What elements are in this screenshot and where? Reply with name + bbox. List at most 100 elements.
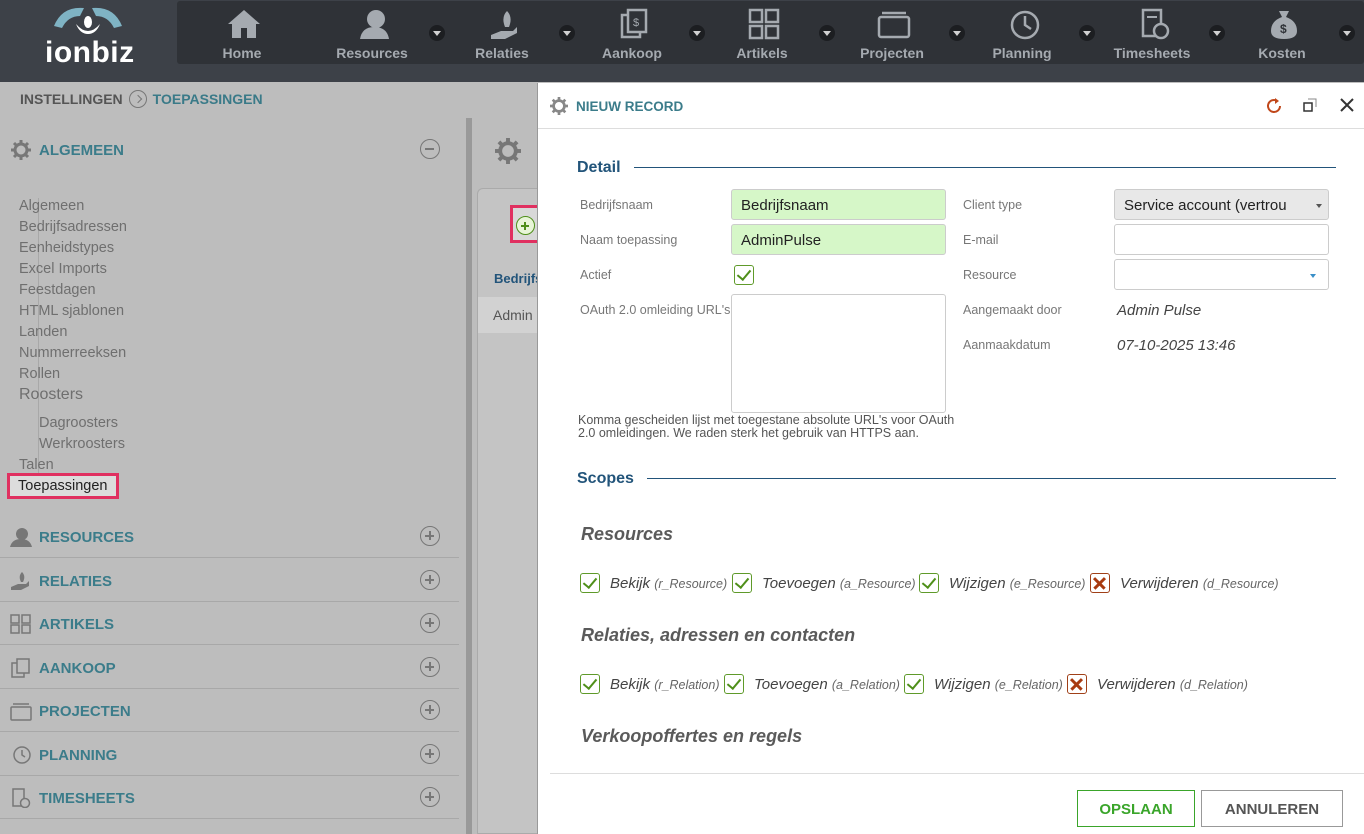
cancel-button[interactable]: ANNULEREN xyxy=(1201,790,1343,827)
nav-label: Home xyxy=(222,45,262,61)
main-menu: Home Resources Relaties $ Aankoop Artike… xyxy=(177,1,1364,64)
naam-toepassing-field[interactable]: AdminPulse xyxy=(731,224,946,255)
section-title: RELATIES xyxy=(39,573,113,590)
column-header[interactable]: Bedrijfs xyxy=(494,271,542,286)
menu-item-algemeen[interactable]: Algemeen xyxy=(19,198,84,214)
nav-timesheets[interactable]: Timesheets xyxy=(1087,1,1225,65)
scope-label: Wijzigen (e_Resource) xyxy=(949,575,1086,592)
timesheet-icon xyxy=(1141,8,1170,40)
clock-icon xyxy=(13,746,31,764)
refresh-icon[interactable] xyxy=(1265,97,1283,115)
scope-checkbox[interactable] xyxy=(1090,573,1110,593)
scope-checkbox[interactable] xyxy=(580,573,600,593)
menu-item-bedrijfsadressen[interactable]: Bedrijfsadressen xyxy=(19,219,127,235)
menu-item-rollen[interactable]: Rollen xyxy=(19,366,60,382)
plus-circle-icon xyxy=(516,216,535,235)
divider xyxy=(634,167,1336,168)
scope-checkbox[interactable] xyxy=(904,674,924,694)
menu-item-werkroosters[interactable]: Werkroosters xyxy=(39,436,125,452)
expand-icon[interactable] xyxy=(420,657,440,677)
oauth-help-text: Komma gescheiden lijst met toegestane ab… xyxy=(578,413,955,440)
scope-label: Bekijk (r_Resource) xyxy=(610,575,728,592)
menu-item-feestdagen[interactable]: Feestdagen xyxy=(19,282,96,298)
chevron-down-icon[interactable] xyxy=(1339,25,1355,41)
menu-item-nummerreeksen[interactable]: Nummerreeksen xyxy=(19,345,126,361)
chevron-right-icon xyxy=(128,90,147,108)
breadcrumb: INSTELLINGEN TOEPASSINGEN xyxy=(20,90,263,108)
section-artikels[interactable]: ARTIKELS xyxy=(0,602,459,645)
nav-projecten[interactable]: Projecten xyxy=(827,1,965,65)
scope-checkbox[interactable] xyxy=(919,573,939,593)
clock-icon xyxy=(1010,10,1040,40)
section-aankoop[interactable]: AANKOOP xyxy=(0,646,459,689)
divider xyxy=(647,478,1336,479)
nav-resources[interactable]: Resources xyxy=(307,1,445,65)
nav-label: Resources xyxy=(336,45,408,61)
logo-text: ionbiz xyxy=(45,36,135,69)
email-field[interactable] xyxy=(1114,224,1329,255)
scopes-section-title: Scopes xyxy=(577,470,634,487)
collapse-icon[interactable] xyxy=(420,139,440,159)
resource-select[interactable] xyxy=(1114,259,1329,290)
expand-icon[interactable] xyxy=(420,570,440,590)
section-resources[interactable]: RESOURCES xyxy=(0,515,459,558)
chevron-down-icon xyxy=(1316,204,1322,208)
maximize-icon[interactable] xyxy=(1302,97,1318,113)
section-title: PLANNING xyxy=(39,747,118,764)
expand-icon[interactable] xyxy=(420,787,440,807)
table-row[interactable]: Admin xyxy=(478,297,543,333)
section-timesheets[interactable]: TIMESHEETS xyxy=(0,776,459,819)
save-button[interactable]: OPSLAAN xyxy=(1077,790,1195,827)
bedrijfsnaam-field[interactable]: Bedrijfsnaam xyxy=(731,189,946,220)
scope-checkbox[interactable] xyxy=(580,674,600,694)
section-projecten[interactable]: PROJECTEN xyxy=(0,689,459,732)
folder-icon xyxy=(877,11,911,39)
scope-group-title: Verkoopoffertes en regels xyxy=(581,726,803,746)
nav-home[interactable]: Home xyxy=(177,1,307,65)
scope-group-title: Resources xyxy=(581,524,674,544)
scope-checkbox[interactable] xyxy=(724,674,744,694)
expand-icon[interactable] xyxy=(420,613,440,633)
scope-checkbox[interactable] xyxy=(1067,674,1087,694)
gear-icon xyxy=(550,97,568,115)
actief-checkbox[interactable] xyxy=(734,265,754,285)
oauth-redirect-textarea[interactable] xyxy=(731,294,946,413)
section-title: ALGEMEEN xyxy=(39,142,125,159)
grid-icon xyxy=(10,614,31,634)
list-card: Bedrijfs Admin xyxy=(477,188,543,834)
aangemaakt-door-label: Aangemaakt door xyxy=(963,303,1062,317)
nav-planning[interactable]: Planning xyxy=(957,1,1095,65)
nav-artikels[interactable]: Artikels xyxy=(697,1,835,65)
menu-item-toepassingen[interactable]: Toepassingen xyxy=(7,473,119,499)
menu-item-roosters[interactable]: Roosters xyxy=(19,386,83,404)
menu-item-dagroosters[interactable]: Dagroosters xyxy=(39,415,118,431)
menu-item-html-sjablonen[interactable]: HTML sjablonen xyxy=(19,303,124,319)
client-type-select[interactable]: Service account (vertrou xyxy=(1114,189,1329,220)
nav-label: Planning xyxy=(992,45,1052,61)
scope-checkbox[interactable] xyxy=(732,573,752,593)
email-label: E-mail xyxy=(963,233,999,247)
section-relaties[interactable]: RELATIES xyxy=(0,559,459,602)
menu-item-talen[interactable]: Talen xyxy=(19,457,54,473)
client-type-label: Client type xyxy=(963,198,1023,212)
section-algemeen[interactable]: ALGEMEEN xyxy=(0,128,459,171)
add-record-button[interactable] xyxy=(510,205,540,243)
menu-item-eenheidstypes[interactable]: Eenheidstypes xyxy=(19,240,114,256)
expand-icon[interactable] xyxy=(420,526,440,546)
nav-kosten[interactable]: $ Kosten xyxy=(1217,1,1355,65)
svg-text:$: $ xyxy=(633,17,639,29)
nav-aankoop[interactable]: $ Aankoop xyxy=(567,1,705,65)
nav-relaties[interactable]: Relaties xyxy=(437,1,575,65)
close-icon[interactable] xyxy=(1339,97,1355,113)
section-title: ARTIKELS xyxy=(39,616,114,633)
expand-icon[interactable] xyxy=(420,700,440,720)
section-planning[interactable]: PLANNING xyxy=(0,733,459,776)
breadcrumb-root[interactable]: INSTELLINGEN xyxy=(20,91,123,107)
dialog-footer-divider xyxy=(550,773,1364,774)
ionbiz-logo[interactable]: ionbiz xyxy=(0,0,175,82)
expand-icon[interactable] xyxy=(420,744,440,764)
timesheet-icon xyxy=(12,788,31,808)
menu-item-excel-imports[interactable]: Excel Imports xyxy=(19,261,107,277)
menu-item-landen[interactable]: Landen xyxy=(19,324,67,340)
nav-label: Aankoop xyxy=(602,45,662,61)
